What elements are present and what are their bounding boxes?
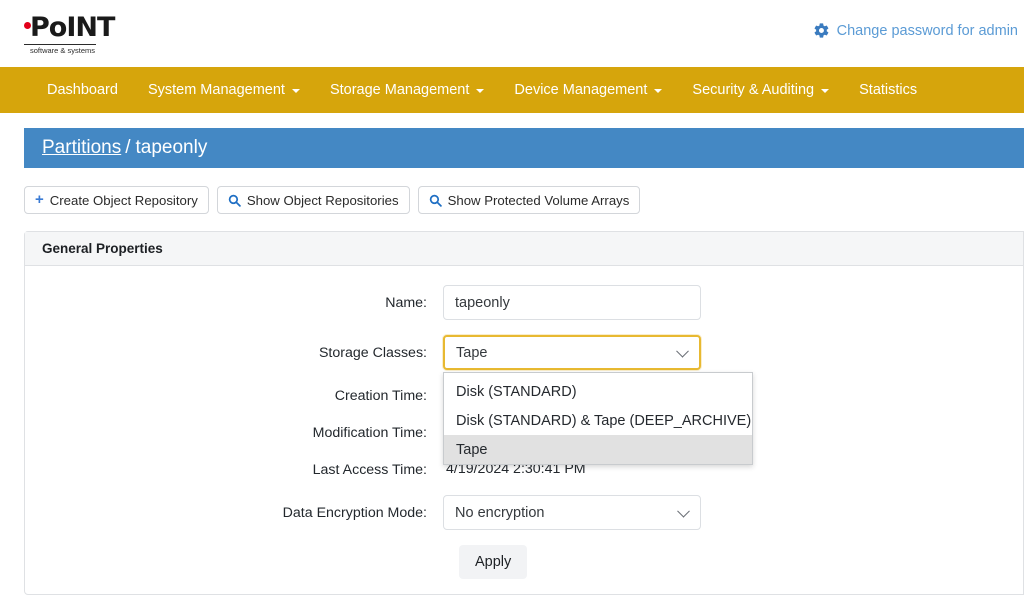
storage-classes-control: Tape Disk (STANDARD) Disk (STANDARD) & T… (443, 335, 753, 465)
storage-classes-option-disk-and-tape[interactable]: Disk (STANDARD) & Tape (DEEP_ARCHIVE) (444, 406, 752, 435)
show-protected-volume-arrays-button[interactable]: Show Protected Volume Arrays (417, 186, 641, 214)
top-bar: PoINT software & systems Change password… (0, 0, 1024, 67)
modification-time-label: Modification Time: (312, 424, 427, 441)
apply-spacer (25, 545, 443, 579)
data-encryption-mode-control: No encryption (443, 495, 701, 530)
data-encryption-mode-select[interactable]: No encryption (443, 495, 701, 530)
last-access-time-label: Last Access Time: (312, 461, 427, 478)
form-row-apply: Apply (25, 545, 1023, 579)
show-protected-volume-arrays-label: Show Protected Volume Arrays (447, 192, 630, 208)
search-icon (228, 194, 241, 207)
plus-icon: + (35, 190, 44, 208)
name-control (443, 285, 701, 320)
nav-item-system-management[interactable]: System Management (133, 67, 315, 113)
nav-label-system-management: System Management (147, 82, 285, 98)
storage-classes-select[interactable]: Tape (443, 335, 701, 370)
breadcrumb-separator: / (125, 137, 131, 158)
search-icon (429, 194, 442, 207)
logo-wordmark: PoINT (24, 12, 115, 43)
panel-title: General Properties (25, 232, 1023, 266)
action-toolbar: + Create Object Repository Show Object R… (0, 168, 1024, 214)
name-input[interactable] (443, 285, 701, 320)
storage-classes-value: Tape (456, 344, 488, 361)
chevron-down-icon (821, 89, 830, 93)
brand-logo: PoINT software & systems (24, 12, 115, 55)
form-row-name: Name: (25, 284, 1023, 321)
breadcrumb: Partitions / tapeonly (24, 128, 1024, 168)
data-encryption-mode-value: No encryption (455, 504, 545, 521)
apply-button[interactable]: Apply (459, 545, 528, 579)
general-properties-panel: General Properties Name: Storage Classes… (24, 231, 1024, 595)
chevron-down-icon (676, 344, 689, 358)
nav-item-storage-management[interactable]: Storage Management (315, 67, 499, 113)
logo-tagline: software & systems (24, 43, 96, 55)
nav-item-dashboard[interactable]: Dashboard (32, 67, 133, 113)
create-object-repository-button[interactable]: + Create Object Repository (24, 186, 209, 214)
nav-item-device-management[interactable]: Device Management (499, 67, 677, 113)
storage-classes-label: Storage Classes: (318, 344, 427, 361)
nav-label-device-management: Device Management (514, 82, 648, 98)
general-properties-form: Name: Storage Classes: Tape Disk (STANDA… (25, 266, 1023, 579)
storage-classes-option-tape[interactable]: Tape (444, 435, 752, 464)
change-password-label: Change password for admin (836, 22, 1018, 39)
show-object-repositories-button[interactable]: Show Object Repositories (216, 186, 410, 214)
logo-dot-icon (24, 21, 31, 29)
chevron-down-icon (677, 504, 690, 518)
name-label: Name: (385, 294, 427, 311)
main-navigation: Dashboard System Management Storage Mana… (0, 67, 1024, 113)
nav-item-security-auditing[interactable]: Security & Auditing (677, 67, 844, 113)
option-label: Disk (STANDARD) & Tape (DEEP_ARCHIVE) (456, 412, 752, 429)
nav-label-storage-management: Storage Management (329, 82, 470, 98)
data-encryption-mode-label: Data Encryption Mode: (282, 504, 427, 521)
nav-label-security-auditing: Security & Auditing (692, 82, 815, 98)
nav-item-statistics[interactable]: Statistics (844, 67, 932, 113)
chevron-down-icon (476, 89, 485, 93)
storage-classes-option-disk-standard[interactable]: Disk (STANDARD) (444, 377, 752, 406)
create-object-repository-label: Create Object Repository (49, 192, 198, 208)
storage-classes-dropdown: Disk (STANDARD) Disk (STANDARD) & Tape (… (443, 372, 753, 465)
option-label: Tape (456, 441, 488, 458)
form-row-data-encryption-mode: Data Encryption Mode: No encryption (25, 494, 1023, 531)
chevron-down-icon (654, 89, 663, 93)
nav-label-dashboard: Dashboard (47, 82, 118, 98)
form-row-storage-classes: Storage Classes: Tape Disk (STANDARD) Di… (25, 334, 1023, 465)
breadcrumb-current: tapeonly (135, 137, 208, 158)
change-password-link[interactable]: Change password for admin (813, 22, 1018, 39)
chevron-down-icon (291, 89, 300, 93)
gear-icon (813, 22, 830, 39)
nav-label-statistics: Statistics (859, 82, 918, 98)
creation-time-label: Creation Time: (334, 387, 427, 404)
breadcrumb-link-partitions[interactable]: Partitions (42, 137, 121, 159)
logo-text: PoINT (30, 11, 115, 43)
option-label: Disk (STANDARD) (456, 383, 577, 400)
show-object-repositories-label: Show Object Repositories (246, 192, 399, 208)
breadcrumb-wrapper: Partitions / tapeonly (0, 113, 1024, 168)
